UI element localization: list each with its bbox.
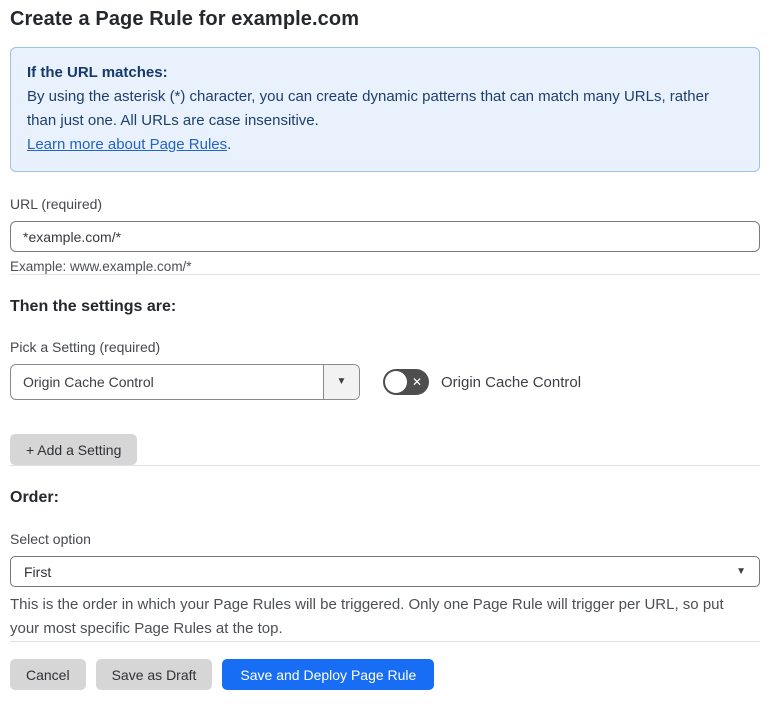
chevron-down-icon: ▼ <box>336 376 347 387</box>
info-box-heading: If the URL matches: <box>27 64 168 81</box>
order-select[interactable]: First ▼ <box>10 556 760 587</box>
order-select-label: Select option <box>10 531 91 547</box>
page-title: Create a Page Rule for example.com <box>10 8 360 30</box>
order-select-value: First <box>24 563 52 580</box>
url-example-helper: Example: www.example.com/* <box>10 259 192 274</box>
learn-more-link[interactable]: Learn more about Page Rules <box>27 136 227 153</box>
info-box-body: By using the asterisk (*) character, you… <box>27 88 709 129</box>
setting-select-value: Origin Cache Control <box>23 374 154 390</box>
divider <box>10 641 760 642</box>
toggle-off-x-icon: ✕ <box>411 375 422 389</box>
order-section-heading: Order: <box>10 489 59 506</box>
pick-setting-label: Pick a Setting (required) <box>10 339 161 355</box>
url-label: URL (required) <box>10 196 103 212</box>
setting-row: Origin Cache Control ▼ ✕ Origin Cache Co… <box>10 364 760 400</box>
toggle-label: Origin Cache Control <box>441 373 582 391</box>
page-rule-form: Create a Page Rule for example.com If th… <box>0 0 770 690</box>
add-setting-button[interactable]: + Add a Setting <box>10 434 138 465</box>
link-period: . <box>227 136 232 153</box>
settings-section-heading: Then the settings are: <box>10 298 177 315</box>
divider <box>10 274 760 275</box>
toggle-knob <box>385 371 407 393</box>
chevron-down-icon: ▼ <box>736 565 746 577</box>
save-as-draft-button[interactable]: Save as Draft <box>95 659 213 690</box>
origin-cache-control-toggle[interactable]: ✕ <box>383 369 429 395</box>
divider <box>10 465 760 466</box>
info-box: If the URL matches: By using the asteris… <box>10 47 760 172</box>
url-input[interactable] <box>10 221 760 252</box>
cancel-button[interactable]: Cancel <box>10 659 86 690</box>
order-helper-text: This is the order in which your Page Rul… <box>10 596 724 637</box>
info-link-line: Learn more about Page Rules. <box>27 133 743 157</box>
save-and-deploy-button[interactable]: Save and Deploy Page Rule <box>222 659 435 690</box>
footer-actions: Cancel Save as Draft Save and Deploy Pag… <box>10 659 760 690</box>
setting-select[interactable]: Origin Cache Control ▼ <box>10 364 360 400</box>
setting-select-caret-button[interactable]: ▼ <box>323 365 359 399</box>
